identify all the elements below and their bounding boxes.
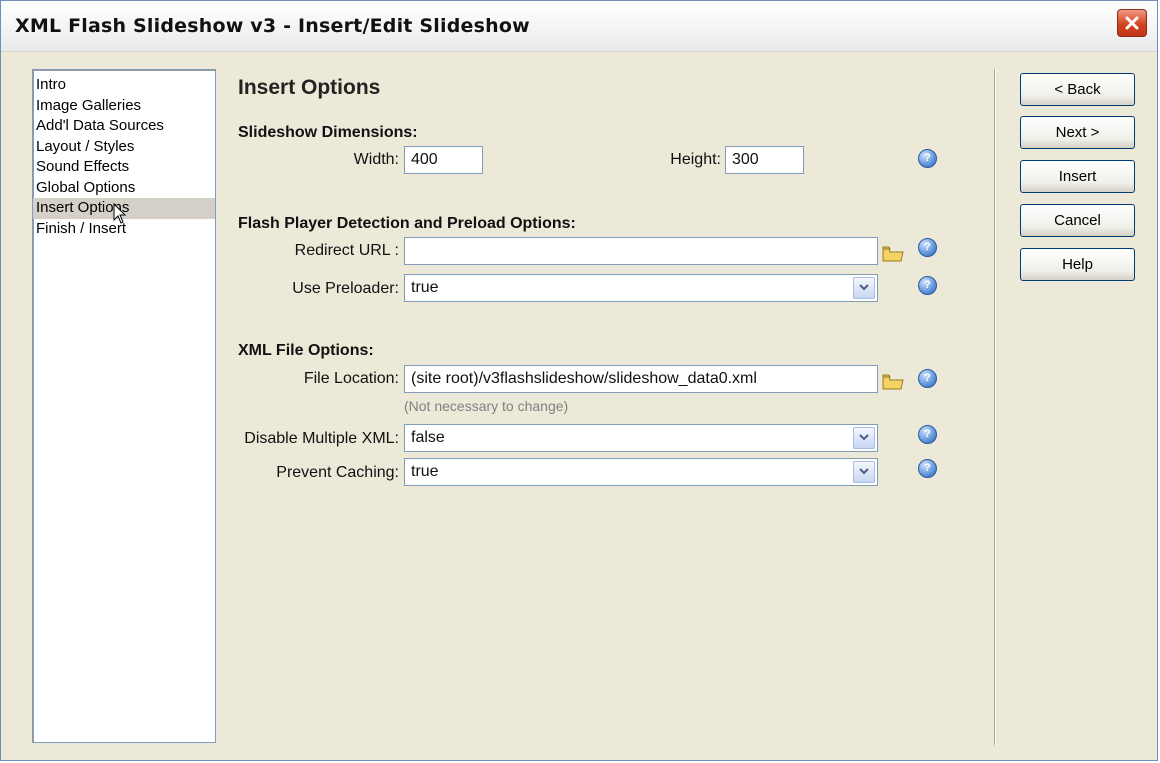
redirect-help-icon[interactable]: ? xyxy=(918,238,937,257)
prevent-caching-label: Prevent Caching: xyxy=(276,464,399,481)
file-location-label: File Location: xyxy=(303,370,399,387)
page-title: Insert Options xyxy=(238,76,381,99)
nav-item-layout-styles[interactable]: Layout / Styles xyxy=(33,137,215,158)
preloader-select[interactable]: true xyxy=(404,274,878,302)
help-button[interactable]: Help xyxy=(1020,248,1135,281)
redirect-url-label: Redirect URL : xyxy=(294,242,399,259)
disable-multiple-xml-select[interactable]: false xyxy=(404,424,878,452)
folder-browse-icon[interactable] xyxy=(882,373,904,391)
preloader-label: Use Preloader: xyxy=(292,280,399,297)
prevent-caching-dropdown-button[interactable] xyxy=(853,461,875,483)
chevron-down-icon xyxy=(859,468,869,475)
step-list[interactable]: Intro Image Galleries Add'l Data Sources… xyxy=(32,69,216,743)
preloader-dropdown-button[interactable] xyxy=(853,277,875,299)
vertical-divider xyxy=(994,69,996,745)
disable-multiple-xml-value: false xyxy=(411,429,445,446)
cancel-button[interactable]: Cancel xyxy=(1020,204,1135,237)
height-field[interactable]: 300 xyxy=(725,146,804,174)
preloader-value: true xyxy=(411,279,439,296)
chevron-down-icon xyxy=(859,434,869,441)
dimensions-help-icon[interactable]: ? xyxy=(918,149,937,168)
file-location-help-icon[interactable]: ? xyxy=(918,369,937,388)
window-title: XML Flash Slideshow v3 - Insert/Edit Sli… xyxy=(15,15,530,37)
title-bar[interactable]: XML Flash Slideshow v3 - Insert/Edit Sli… xyxy=(1,1,1157,52)
disable-multiple-xml-dropdown-button[interactable] xyxy=(853,427,875,449)
close-button[interactable] xyxy=(1117,9,1147,37)
width-label: Width: xyxy=(353,151,399,168)
folder-browse-icon[interactable] xyxy=(882,245,904,263)
file-location-hint: (Not necessary to change) xyxy=(404,398,569,414)
disable-multiple-xml-label: Disable Multiple XML: xyxy=(244,430,399,447)
close-icon xyxy=(1125,16,1139,30)
xml-options-heading: XML File Options: xyxy=(238,342,374,359)
back-button[interactable]: < Back xyxy=(1020,73,1135,106)
preloader-help-icon[interactable]: ? xyxy=(918,276,937,295)
dialog-body: Intro Image Galleries Add'l Data Sources… xyxy=(1,52,1157,760)
nav-item-data-sources[interactable]: Add'l Data Sources xyxy=(33,116,215,137)
prevent-caching-value: true xyxy=(411,463,439,480)
height-label: Height: xyxy=(670,151,721,168)
insert-button[interactable]: Insert xyxy=(1020,160,1135,193)
disable-multiple-xml-help-icon[interactable]: ? xyxy=(918,425,937,444)
mouse-cursor-icon xyxy=(113,203,127,224)
prevent-caching-help-icon[interactable]: ? xyxy=(918,459,937,478)
dimensions-heading: Slideshow Dimensions: xyxy=(238,124,418,141)
chevron-down-icon xyxy=(859,284,869,291)
nav-item-global-options[interactable]: Global Options xyxy=(33,178,215,199)
next-button[interactable]: Next > xyxy=(1020,116,1135,149)
nav-item-image-galleries[interactable]: Image Galleries xyxy=(33,96,215,117)
nav-item-sound-effects[interactable]: Sound Effects xyxy=(33,157,215,178)
dialog-window: XML Flash Slideshow v3 - Insert/Edit Sli… xyxy=(0,0,1158,761)
prevent-caching-select[interactable]: true xyxy=(404,458,878,486)
width-field[interactable]: 400 xyxy=(404,146,483,174)
nav-item-intro[interactable]: Intro xyxy=(33,75,215,96)
flash-options-heading: Flash Player Detection and Preload Optio… xyxy=(238,215,576,232)
file-location-field[interactable]: (site root)/v3flashslideshow/slideshow_d… xyxy=(404,365,878,393)
redirect-url-field[interactable] xyxy=(404,237,878,265)
